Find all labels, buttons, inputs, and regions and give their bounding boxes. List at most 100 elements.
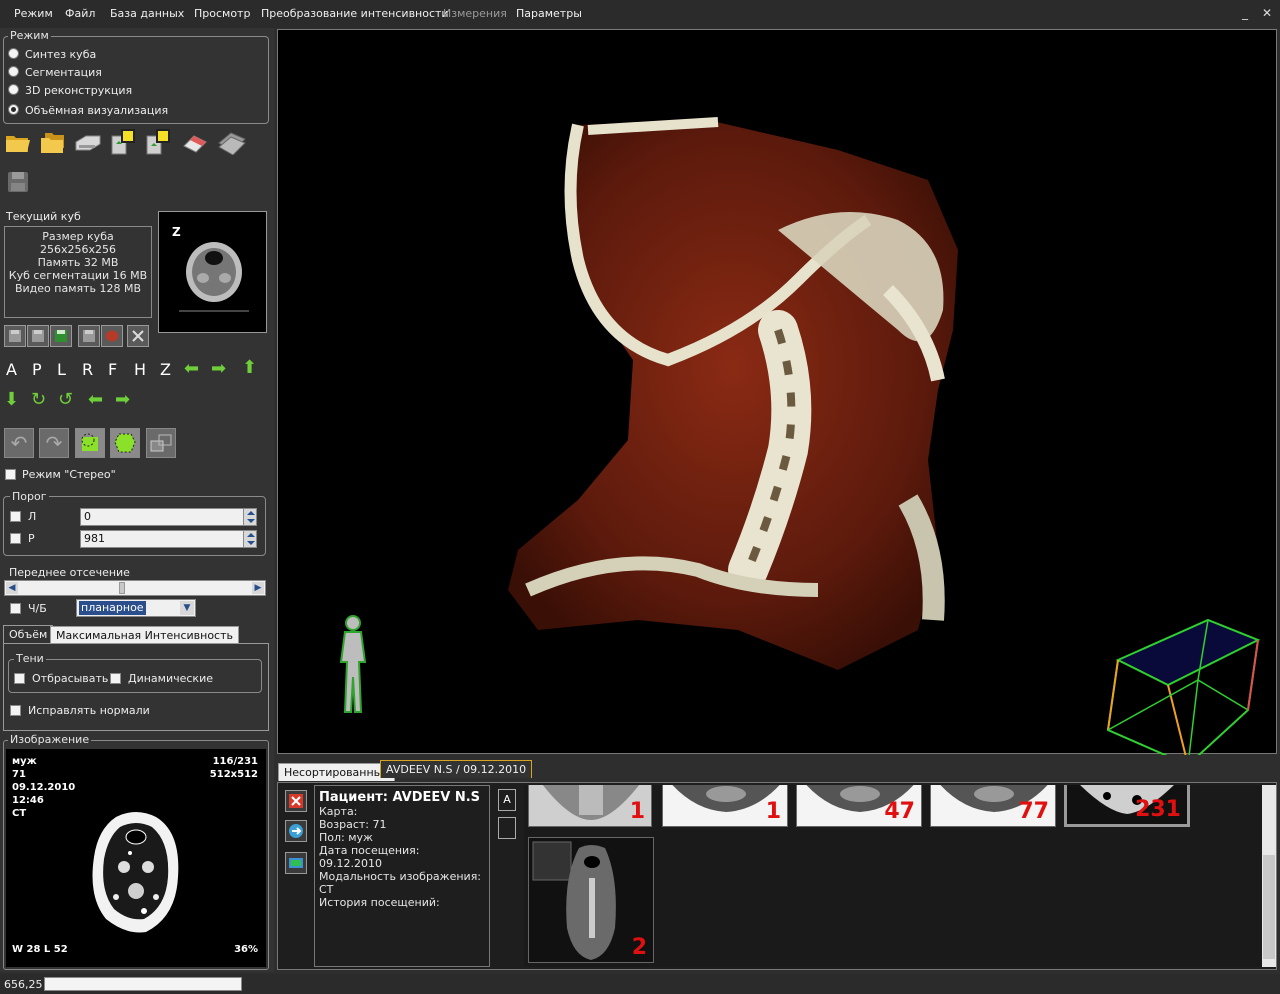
bw-checkbox[interactable] bbox=[10, 603, 21, 614]
cube-size-text: Размер куба 256x256x256 bbox=[39, 230, 116, 256]
slider-right-arrow-icon[interactable]: ▶ bbox=[252, 582, 264, 594]
save-green-button[interactable] bbox=[50, 325, 72, 347]
slice-view[interactable]: муж 71 09.12.2010 12:46 CT 116/231 512x5… bbox=[6, 749, 266, 967]
series-view-a-button[interactable]: A bbox=[498, 789, 516, 811]
patient-age: Возраст: 71 bbox=[319, 818, 387, 831]
rotate-ccw-icon[interactable]: ↺ bbox=[58, 390, 73, 410]
threshold-left-checkbox[interactable] bbox=[10, 511, 21, 522]
disk-icon[interactable] bbox=[3, 168, 33, 196]
clipping-mode-select[interactable]: планарное ▼ bbox=[76, 599, 196, 617]
polygon-select-icon[interactable] bbox=[110, 428, 140, 458]
clipping-slider[interactable]: ◀ ▶ bbox=[4, 580, 266, 596]
card-icon[interactable] bbox=[216, 128, 246, 156]
save-cube-button-1[interactable] bbox=[4, 325, 26, 347]
radio-3d-reconstruction[interactable] bbox=[8, 84, 19, 95]
menu-parameters[interactable]: Параметры bbox=[516, 7, 582, 20]
scanner-icon[interactable] bbox=[73, 128, 103, 156]
arrow-down-icon[interactable]: ⬇ bbox=[4, 390, 19, 410]
slice-sex: муж bbox=[12, 756, 37, 767]
left-panel: Режим Синтез куба Сегментация 3D реконст… bbox=[0, 28, 274, 972]
segmentation-cube-icon[interactable] bbox=[101, 325, 123, 347]
rotate-cw-icon[interactable]: ↻ bbox=[31, 390, 46, 410]
shadows-title: Тени bbox=[14, 652, 46, 665]
import-icon[interactable] bbox=[285, 852, 307, 874]
series-thumbnail[interactable]: 2 bbox=[528, 837, 654, 963]
menu-database[interactable]: База данных bbox=[110, 7, 184, 20]
tab-volume[interactable]: Объём bbox=[3, 625, 54, 643]
chevron-down-icon[interactable]: ▼ bbox=[180, 601, 194, 615]
tab-max-intensity[interactable]: Максимальная Интенсивность bbox=[50, 626, 239, 644]
view-foot-button[interactable]: F bbox=[108, 360, 117, 379]
delete-cube-icon[interactable] bbox=[127, 325, 149, 347]
fix-normals-checkbox[interactable] bbox=[10, 705, 21, 716]
view-left-button[interactable]: L bbox=[57, 360, 66, 379]
undo-icon[interactable]: ↶ bbox=[4, 428, 34, 458]
stereo-checkbox[interactable] bbox=[5, 469, 16, 480]
menu-intensity[interactable]: Преобразование интенсивности bbox=[261, 7, 449, 20]
thumbnail-count: 1 bbox=[765, 799, 781, 824]
cast-shadows-checkbox[interactable] bbox=[14, 673, 25, 684]
select-region-icon[interactable] bbox=[75, 428, 105, 458]
preview-slice-image bbox=[179, 242, 249, 312]
close-button[interactable]: ✕ bbox=[1260, 6, 1274, 20]
save-as-button[interactable] bbox=[78, 325, 100, 347]
cube-preview: Z bbox=[158, 211, 267, 333]
eraser-icon[interactable] bbox=[180, 128, 210, 156]
series-thumbnail-selected[interactable]: 231 bbox=[1064, 785, 1190, 827]
minimize-button[interactable]: _ bbox=[1238, 6, 1252, 20]
cube-segmentation-text: Куб сегментации 16 MB bbox=[8, 269, 148, 282]
tab-unsorted[interactable]: Несортированные bbox=[278, 763, 396, 781]
volume-render-image bbox=[339, 117, 1261, 755]
threshold-right-checkbox[interactable] bbox=[10, 533, 21, 544]
series-thumbnail[interactable]: 1 bbox=[662, 785, 788, 827]
rotate-right-icon[interactable]: ➡ bbox=[211, 359, 226, 379]
radio-segmentation[interactable] bbox=[8, 66, 19, 77]
series-thumbnail[interactable]: 1 bbox=[528, 785, 652, 827]
radio-volume-render-label: Объёмная визуализация bbox=[25, 104, 169, 117]
cube-info-box: Размер куба 256x256x256 Память 32 MB Куб… bbox=[4, 226, 152, 318]
tab-patient-series[interactable]: AVDEEV N.S / 09.12.2010 bbox=[380, 760, 533, 778]
slice-age: 71 bbox=[12, 769, 26, 780]
volume-render-viewport[interactable] bbox=[277, 29, 1277, 755]
export-icon[interactable] bbox=[285, 820, 307, 842]
view-anterior-button[interactable]: A bbox=[6, 360, 17, 379]
view-z-button[interactable]: Z bbox=[160, 360, 171, 379]
threshold-right-input[interactable]: 981 bbox=[80, 530, 244, 548]
delete-patient-icon[interactable] bbox=[285, 790, 307, 812]
slider-left-arrow-icon[interactable]: ◀ bbox=[6, 582, 18, 594]
thumbnail-scrollbar[interactable] bbox=[1262, 785, 1276, 967]
slider-thumb[interactable] bbox=[119, 582, 125, 594]
fix-normals-label: Исправлять нормали bbox=[28, 704, 150, 717]
menu-measurements[interactable]: Измерения bbox=[443, 7, 507, 20]
recycle-yellow-icon[interactable] bbox=[108, 128, 138, 156]
menu-file[interactable]: Файл bbox=[65, 7, 95, 20]
menu-view[interactable]: Просмотр bbox=[194, 7, 250, 20]
rect-select-icon[interactable] bbox=[146, 428, 176, 458]
radio-volume-render[interactable] bbox=[8, 104, 19, 115]
redo-icon[interactable]: ↷ bbox=[39, 428, 69, 458]
save-cube-button-2[interactable] bbox=[27, 325, 49, 347]
radio-cube-synthesis[interactable] bbox=[8, 48, 19, 59]
view-head-button[interactable]: H bbox=[134, 360, 146, 379]
arrow-up-icon[interactable]: ⬆ bbox=[242, 358, 257, 378]
series-view-b-button[interactable] bbox=[498, 817, 516, 839]
scrollbar-thumb[interactable] bbox=[1263, 855, 1275, 959]
folders-icon[interactable] bbox=[38, 128, 68, 156]
bw-label: Ч/Б bbox=[28, 602, 47, 615]
series-thumbnail[interactable]: 47 bbox=[796, 785, 922, 827]
dynamic-shadows-checkbox[interactable] bbox=[110, 673, 121, 684]
view-posterior-button[interactable]: P bbox=[32, 360, 42, 379]
recycle-green-icon[interactable] bbox=[143, 128, 173, 156]
tilt-right-icon[interactable]: ➡ bbox=[115, 390, 130, 410]
series-thumbnail[interactable]: 77 bbox=[930, 785, 1056, 827]
tilt-left-icon[interactable]: ⬅ bbox=[88, 390, 103, 410]
folder-open-icon[interactable] bbox=[3, 128, 33, 156]
threshold-left-spinner[interactable] bbox=[243, 508, 257, 526]
cast-shadows-label: Отбрасывать bbox=[32, 672, 109, 685]
threshold-left-input[interactable]: 0 bbox=[80, 508, 244, 526]
threshold-right-spinner[interactable] bbox=[243, 530, 257, 548]
slice-zoom: 36% bbox=[234, 944, 258, 955]
menu-mode[interactable]: Режим bbox=[14, 7, 53, 20]
view-right-button[interactable]: R bbox=[82, 360, 93, 379]
rotate-left-icon[interactable]: ⬅ bbox=[184, 359, 199, 379]
